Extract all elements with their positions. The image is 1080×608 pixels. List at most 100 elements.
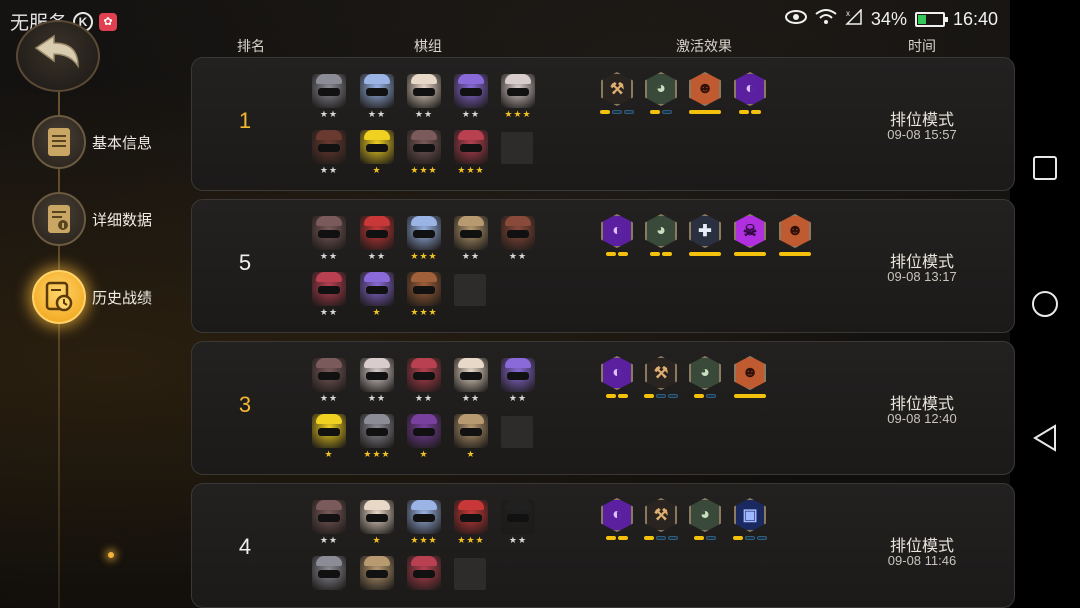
chess-piece[interactable]: ★★ — [360, 358, 394, 403]
match-row[interactable]: 3 ★★ ★★ ★★ ★★ ★★ ★ ★★★ ★ ★ ◐ ⚒ ◕ ☻ 排位模式 09-08 12:40 — [191, 341, 1015, 475]
synergy-badge[interactable]: ◐ — [600, 214, 634, 256]
synergy-level-bars — [688, 252, 722, 256]
chess-piece[interactable]: ★ — [360, 272, 394, 317]
synergy-pip — [656, 536, 666, 540]
beast-icon: ◕ — [645, 214, 677, 248]
star-rating: ★★ — [461, 109, 481, 119]
piece-eyes — [366, 144, 388, 152]
synergy-badge[interactable]: ⚒ — [644, 498, 678, 540]
chess-piece[interactable]: ★★ — [312, 216, 346, 261]
chess-piece[interactable]: ★★ — [454, 74, 488, 119]
piece-eyes — [507, 514, 529, 522]
piece-head — [505, 358, 531, 368]
synergy-badge[interactable]: ◕ — [644, 214, 678, 256]
match-row[interactable]: 4 ★★ ★ ★★★ ★★★ ★★ ◐ ⚒ ◕ ▣ 排位模式 09-08 11:46 — [191, 483, 1015, 608]
synergy-badge[interactable]: ◕ — [644, 72, 678, 114]
chess-piece[interactable]: ★★ — [312, 272, 346, 317]
star-rating: ★ — [419, 449, 429, 459]
sidebar-item-detail-data[interactable]: 详细数据 — [32, 192, 152, 246]
chess-piece[interactable]: ★★ — [501, 500, 535, 545]
piece-head — [364, 130, 390, 140]
sidebar-item-history[interactable]: 历史战绩 — [32, 270, 152, 324]
home-icon[interactable] — [1031, 290, 1059, 318]
chess-piece[interactable]: ★★ — [360, 74, 394, 119]
chess-piece[interactable]: ★★ — [312, 358, 346, 403]
chess-piece[interactable] — [312, 556, 346, 591]
chess-piece[interactable]: ★★ — [407, 358, 441, 403]
synergy-badge[interactable]: ◕ — [688, 356, 722, 398]
synergy-badge[interactable]: ⚒ — [644, 356, 678, 398]
synergy-pip — [644, 536, 654, 540]
chess-piece[interactable]: ★ — [407, 414, 441, 459]
chess-piece[interactable]: ★ — [454, 414, 488, 459]
synergy-badge[interactable]: ☻ — [778, 214, 812, 256]
synergy-pip — [612, 110, 622, 114]
synergy-badge[interactable]: ◐ — [733, 72, 767, 114]
synergy-badge[interactable]: ◐ — [600, 498, 634, 540]
mage-hood-icon: ◐ — [734, 72, 766, 106]
back-button[interactable] — [16, 20, 100, 92]
chess-piece[interactable]: ★ — [360, 130, 394, 175]
chess-piece[interactable]: ★★ — [312, 74, 346, 119]
star-rating: ★★ — [319, 251, 339, 261]
back-icon[interactable] — [1031, 424, 1059, 452]
chess-piece[interactable]: ★★★ — [360, 414, 394, 459]
chess-piece[interactable]: ★★ — [407, 74, 441, 119]
star-rating: ★ — [466, 449, 476, 459]
piece-portrait — [360, 216, 394, 250]
chess-piece[interactable]: ★★ — [454, 216, 488, 261]
chess-piece[interactable]: ★★★ — [407, 216, 441, 261]
synergy-badge[interactable]: ☻ — [688, 72, 722, 114]
synergy-badge[interactable]: ☻ — [733, 356, 767, 398]
chess-piece[interactable] — [360, 556, 394, 591]
piece-head — [364, 358, 390, 368]
piece-eyes — [366, 514, 388, 522]
synergy-badge[interactable]: ◐ — [600, 356, 634, 398]
piece-eyes — [366, 230, 388, 238]
chess-piece[interactable]: ★★ — [501, 358, 535, 403]
synergy-badge[interactable]: ☠ — [733, 214, 767, 256]
chess-piece[interactable]: ★★ — [312, 130, 346, 175]
sidebar-item-basic-info[interactable]: 基本信息 — [32, 115, 152, 169]
chess-piece[interactable] — [407, 556, 441, 591]
piece-eyes — [507, 88, 529, 96]
chess-piece[interactable]: ★★★ — [501, 74, 535, 119]
synergy-badge[interactable]: ✚ — [688, 214, 722, 256]
match-time: 09-08 12:40 — [887, 411, 957, 426]
synergy-pip — [618, 252, 628, 256]
piece-portrait — [407, 216, 441, 250]
chess-piece[interactable]: ★★★ — [454, 130, 488, 175]
empty-piece-slot — [501, 416, 533, 448]
synergy-badge[interactable]: ⚒ — [600, 72, 634, 114]
match-row[interactable]: 1 ★★ ★★ ★★ ★★ ★★★ ★★ ★ ★★★ ★★★ ⚒ ◕ ☻ ◐ 排位模式 09-08 15:57 — [191, 57, 1015, 191]
chess-piece[interactable]: ★ — [312, 414, 346, 459]
piece-portrait — [312, 500, 346, 534]
piece-head — [458, 216, 484, 226]
chess-piece[interactable]: ★★ — [360, 216, 394, 261]
chess-piece[interactable]: ★ — [360, 500, 394, 545]
status-bar: 无服务 K ✿ x 34% 16:40 — [0, 0, 1010, 40]
chess-piece[interactable]: ★★ — [454, 358, 488, 403]
recent-apps-icon[interactable] — [1031, 154, 1059, 182]
star-rating: ★★ — [319, 165, 339, 175]
synergy-pip — [650, 110, 660, 114]
star-rating: ★ — [324, 449, 334, 459]
synergy-pip — [606, 252, 616, 256]
piece-portrait — [501, 216, 535, 250]
synergy-level-bars — [733, 394, 767, 398]
cross-shield-icon: ✚ — [689, 214, 721, 248]
chess-piece[interactable]: ★★★ — [407, 272, 441, 317]
synergy-pip — [650, 252, 660, 256]
chess-piece[interactable]: ★★ — [312, 500, 346, 545]
piece-portrait — [454, 216, 488, 250]
piece-portrait — [360, 74, 394, 108]
piece-head — [364, 500, 390, 510]
synergy-badge[interactable]: ▣ — [733, 498, 767, 540]
match-row[interactable]: 5 ★★ ★★ ★★★ ★★ ★★ ★★ ★ ★★★ ◐ ◕ ✚ ☠ ☻ 排位模式 09-08 13:17 — [191, 199, 1015, 333]
synergy-badge[interactable]: ◕ — [688, 498, 722, 540]
piece-eyes — [318, 88, 340, 96]
chess-piece[interactable]: ★★ — [501, 216, 535, 261]
chess-piece[interactable]: ★★★ — [407, 500, 441, 545]
chess-piece[interactable]: ★★★ — [454, 500, 488, 545]
chess-piece[interactable]: ★★★ — [407, 130, 441, 175]
